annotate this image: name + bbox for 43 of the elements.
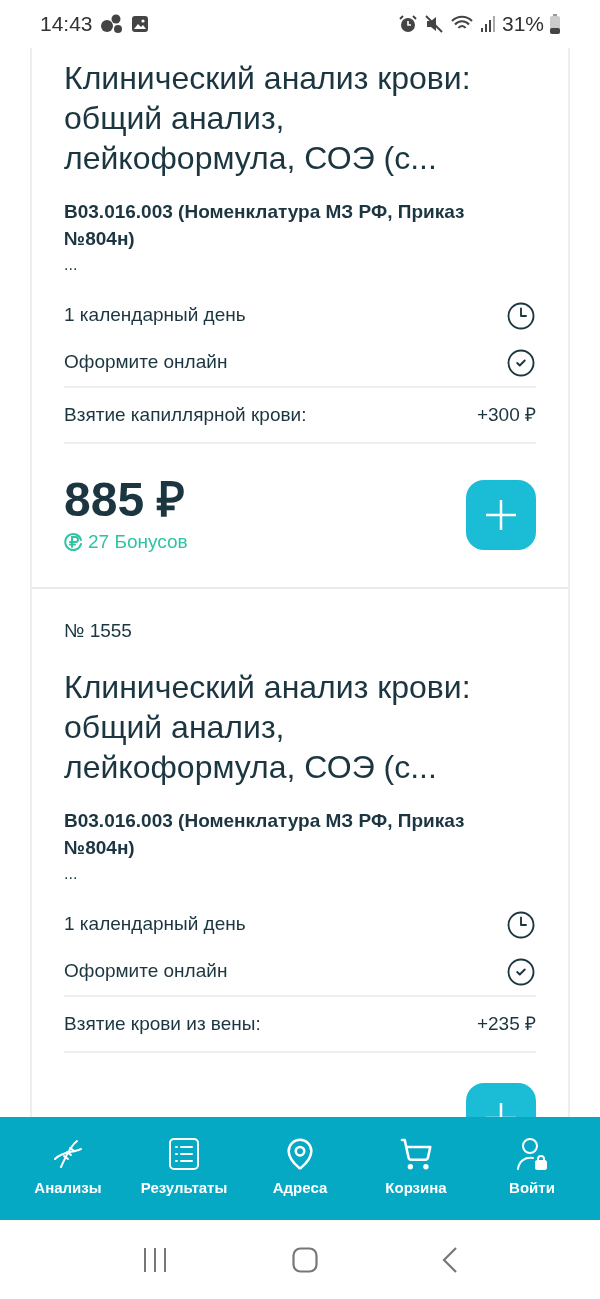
status-time: 14:43 bbox=[40, 11, 93, 38]
test-code: B03.016.003 (Номенклатура МЗ РФ, Приказ №804н) bbox=[64, 809, 466, 860]
bonus-text: 27 Бонусов bbox=[88, 530, 188, 554]
test-title: Клинический анализ крови: общий анализ, лейкоформула, СОЭ (с... bbox=[64, 59, 472, 178]
check-circle-icon bbox=[506, 956, 536, 987]
info-text: 1 календарный день bbox=[64, 303, 246, 328]
nav-tab[interactable]: Анализы bbox=[13, 1137, 123, 1200]
test-number: № 1555 bbox=[64, 618, 133, 643]
nav-tab[interactable]: Корзина bbox=[361, 1137, 471, 1200]
list-icon bbox=[167, 1137, 201, 1172]
back-icon[interactable] bbox=[442, 1245, 458, 1274]
test-code: B03.016.003 (Номенклатура МЗ РФ, Приказ №804н) bbox=[64, 200, 466, 251]
bonus-icon bbox=[64, 532, 84, 553]
mute-icon bbox=[423, 14, 444, 34]
extra-label: Взятие крови из вены: bbox=[64, 1011, 261, 1036]
image-icon bbox=[130, 15, 149, 33]
more-text: ... bbox=[64, 864, 79, 884]
add-button[interactable] bbox=[466, 480, 536, 551]
extra-label: Взятие капиллярной крови: bbox=[64, 402, 307, 427]
home-icon[interactable] bbox=[292, 1246, 318, 1273]
cart-icon bbox=[399, 1137, 433, 1172]
info-text: Оформите онлайн bbox=[64, 959, 228, 984]
more-text: ... bbox=[64, 255, 79, 275]
nav-tab[interactable]: Результаты bbox=[129, 1137, 239, 1200]
clock-icon bbox=[506, 300, 536, 331]
bubbles-icon bbox=[100, 14, 123, 34]
extra-price: +235 ₽ bbox=[476, 1011, 536, 1036]
price: 885 ₽ bbox=[64, 474, 187, 526]
check-circle-icon bbox=[506, 347, 536, 378]
alarm-icon bbox=[397, 14, 418, 34]
signal-icon bbox=[479, 15, 496, 33]
battery-text: 31% bbox=[501, 11, 544, 38]
nav-tab[interactable]: Адреса bbox=[245, 1137, 355, 1200]
user-lock-icon bbox=[515, 1137, 549, 1172]
info-text: Оформите онлайн bbox=[64, 350, 228, 375]
clock-icon bbox=[506, 909, 536, 940]
test-title: Клинический анализ крови: общий анализ, лейкоформула, СОЭ (с... bbox=[64, 668, 472, 787]
recent-apps-icon[interactable] bbox=[142, 1246, 168, 1273]
extra-price: +300 ₽ bbox=[476, 402, 536, 427]
info-text: 1 календарный день bbox=[64, 912, 246, 937]
plus-icon bbox=[484, 498, 518, 533]
nav-tab[interactable]: Войти bbox=[477, 1137, 587, 1200]
battery-icon bbox=[550, 14, 560, 34]
